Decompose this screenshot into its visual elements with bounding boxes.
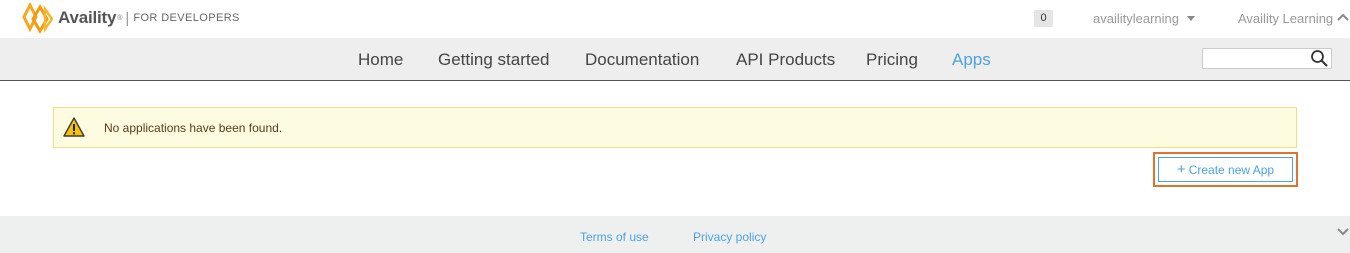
create-app-highlight: + Create new App (1153, 152, 1298, 187)
no-apps-alert: No applications have been found. (53, 107, 1297, 148)
nav-pricing[interactable]: Pricing (866, 50, 918, 70)
brand-tagline: FOR DEVELOPERS (133, 12, 240, 24)
organization-link[interactable]: Availity Learning (1238, 11, 1333, 26)
nav-home[interactable]: Home (358, 50, 403, 70)
top-bar: Availity ® | FOR DEVELOPERS 0 availityle… (0, 0, 1350, 38)
warning-icon (63, 117, 85, 137)
search-icon[interactable] (1310, 49, 1329, 68)
brand-trademark: ® (117, 14, 123, 22)
footer: Terms of use Privacy policy (0, 216, 1350, 253)
user-menu[interactable]: availitylearning (1093, 11, 1195, 26)
chevron-down-icon (1187, 16, 1195, 21)
create-button-label: Create new App (1188, 163, 1275, 177)
alert-message: No applications have been found. (104, 121, 283, 135)
nav-api-products[interactable]: API Products (736, 50, 835, 70)
plus-icon: + (1176, 161, 1186, 178)
nav-getting-started[interactable]: Getting started (438, 50, 550, 70)
footer-privacy-link[interactable]: Privacy policy (693, 230, 766, 244)
create-new-app-button[interactable]: + Create new App (1158, 157, 1293, 182)
footer-terms-link[interactable]: Terms of use (580, 230, 649, 244)
brand-name: Availity (58, 8, 117, 27)
main-navigation: Home Getting started Documentation API P… (0, 38, 1350, 81)
notification-badge[interactable]: 0 (1034, 10, 1053, 27)
nav-apps[interactable]: Apps (952, 50, 991, 70)
brand-separator: | (125, 9, 130, 27)
availity-logo[interactable]: Availity ® | FOR DEVELOPERS (20, 2, 240, 34)
scroll-down-icon[interactable] (1336, 227, 1350, 237)
main-content (10, 81, 1336, 216)
availity-logo-icon (22, 3, 54, 33)
nav-documentation[interactable]: Documentation (585, 50, 699, 70)
search-input[interactable] (1202, 48, 1332, 69)
username-label: availitylearning (1093, 11, 1179, 26)
scroll-up-icon[interactable] (1336, 12, 1350, 22)
